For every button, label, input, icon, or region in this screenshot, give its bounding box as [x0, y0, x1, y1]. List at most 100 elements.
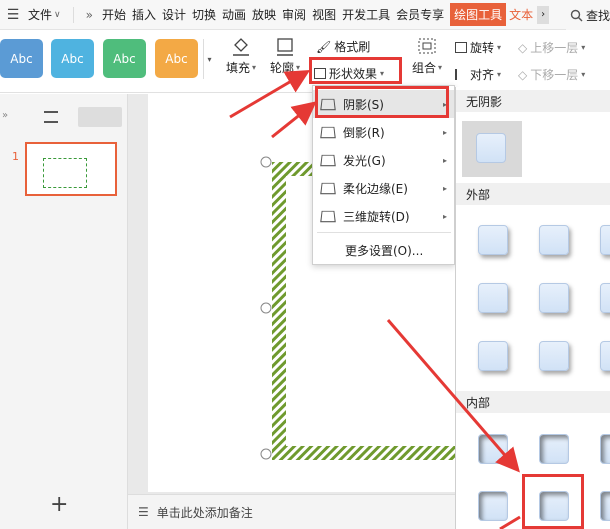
style-label: Abc — [10, 51, 33, 66]
thumbnail-shape — [43, 158, 87, 188]
style-label: Abc — [61, 51, 84, 66]
collapse-icon[interactable]: » — [2, 110, 8, 121]
dropdown-arrow-icon: ▾ — [497, 70, 502, 79]
bring-forward-button[interactable]: ◇ 上移一层 ▾ — [518, 39, 585, 56]
menu-item-label: 倒影(R) — [343, 125, 385, 140]
tab-insert[interactable]: 插入 — [129, 6, 159, 23]
rotate-icon — [455, 42, 467, 53]
menu-item-glow[interactable]: 发光(G) ▸ — [313, 146, 454, 174]
tab-home[interactable]: 开始 — [99, 6, 129, 23]
bring-forward-label: 上移一层 — [530, 41, 579, 55]
dropdown-arrow-icon: ▾ — [581, 43, 586, 52]
tab-transition[interactable]: 切换 — [189, 6, 219, 23]
shadow-outer-swatch[interactable] — [600, 283, 610, 313]
shadow-outer-swatch[interactable] — [539, 341, 569, 371]
shadow-none-swatch[interactable] — [476, 133, 506, 163]
style-label: Abc — [113, 51, 136, 66]
shadow-outer-swatch[interactable] — [478, 283, 508, 313]
shadow-inner-swatch-center[interactable] — [539, 491, 569, 521]
divider — [72, 6, 74, 23]
thumbnail-view-icon[interactable] — [78, 107, 122, 127]
double-chevron-icon[interactable]: » — [80, 8, 99, 22]
file-menu[interactable]: 文件 ∨ — [24, 6, 67, 23]
tab-member[interactable]: 会员专享 — [393, 6, 447, 23]
align-button[interactable]: 对齐 ▾ — [455, 66, 501, 83]
tab-view[interactable]: 视图 — [309, 6, 339, 23]
dropdown-arrow-icon: ▾ — [252, 63, 257, 72]
slide-thumbnail[interactable] — [25, 142, 117, 196]
submenu-arrow-icon: ▸ — [442, 99, 447, 109]
shadow-inner-swatch[interactable] — [600, 434, 610, 464]
tab-animation[interactable]: 动画 — [219, 6, 249, 23]
menu-bar: ☰ 文件 ∨ » 开始 插入 设计 切换 动画 放映 审阅 视图 开发工具 会员… — [0, 0, 610, 30]
add-slide-button[interactable]: + — [50, 492, 68, 517]
section-outer: 外部 — [456, 183, 610, 205]
fill-button[interactable]: 填充 ▾ — [226, 37, 256, 76]
notes-placeholder: 单击此处添加备注 — [156, 505, 253, 520]
shadow-inner-swatch[interactable] — [478, 434, 508, 464]
format-painter-button[interactable]: 🖌 格式刷 — [316, 38, 370, 55]
shadow-inner-swatch[interactable] — [478, 491, 508, 521]
shape-effects-button[interactable]: 形状效果 ▾ — [314, 65, 384, 82]
gallery-expand-icon[interactable]: ▾ — [203, 39, 215, 79]
menu-item-shadow[interactable]: 阴影(S) ▸ — [313, 90, 454, 118]
notes-icon: ☰ — [138, 505, 149, 519]
tab-drawing-tools[interactable]: 绘图工具 — [450, 3, 507, 26]
shape-effects-label: 形状效果 — [329, 67, 378, 81]
section-inner: 内部 — [456, 391, 610, 413]
menu-item-3d-rotation[interactable]: 三维旋转(D) ▸ — [313, 202, 454, 230]
tab-text-tools[interactable]: 文本 — [506, 6, 536, 23]
menu-item-soft-edges[interactable]: 柔化边缘(E) ▸ — [313, 174, 454, 202]
align-label: 对齐 — [470, 68, 495, 82]
shadow-gallery: 无阴影 外部 内部 — [455, 87, 610, 529]
shape-style-3[interactable]: Abc — [103, 39, 146, 78]
send-backward-label: 下移一层 — [530, 68, 579, 82]
shadow-outer-swatch[interactable] — [600, 341, 610, 371]
shadow-outer-swatch[interactable] — [478, 341, 508, 371]
group-button[interactable]: 组合 ▾ — [412, 37, 442, 76]
shape-style-1[interactable]: Abc — [0, 39, 43, 78]
outline-button[interactable]: 轮廓 ▾ — [270, 37, 300, 76]
shadow-inner-swatch[interactable] — [539, 434, 569, 464]
outline-icon — [277, 38, 294, 56]
outline-label: 轮廓 — [270, 61, 295, 75]
dropdown-arrow-icon: ▾ — [438, 63, 443, 72]
submenu-arrow-icon: ▸ — [442, 127, 447, 137]
search-button[interactable]: 查找 — [565, 0, 610, 30]
list-view-icon[interactable] — [44, 111, 58, 123]
shape-effects-icon — [314, 68, 326, 79]
tab-developer[interactable]: 开发工具 — [339, 6, 393, 23]
shadow-inner-swatch[interactable] — [600, 491, 610, 521]
tab-review[interactable]: 审阅 — [279, 6, 309, 23]
rotate-label: 旋转 — [470, 41, 495, 55]
shape-effects-menu: 阴影(S) ▸ 倒影(R) ▸ 发光(G) ▸ 柔化边缘(E) ▸ 三维旋转(D… — [312, 85, 455, 265]
shadow-outer-swatch[interactable] — [539, 225, 569, 255]
menu-item-label: 三维旋转(D) — [343, 209, 410, 224]
chevron-right-icon[interactable]: › — [537, 5, 550, 24]
rotate-button[interactable]: 旋转 ▾ — [455, 39, 501, 56]
hamburger-icon[interactable]: ☰ — [2, 0, 24, 30]
slide-number: 1 — [12, 150, 19, 163]
menu-item-more-settings[interactable]: 更多设置(O)... — [313, 236, 454, 264]
tab-slideshow[interactable]: 放映 — [249, 6, 279, 23]
shape-style-2[interactable]: Abc — [51, 39, 94, 78]
search-label: 查找 — [585, 8, 610, 23]
slide-panel: » 1 + — [0, 94, 128, 529]
shadow-outer-swatch[interactable] — [478, 225, 508, 255]
tab-design[interactable]: 设计 — [159, 6, 189, 23]
submenu-arrow-icon: ▸ — [442, 155, 447, 165]
group-icon — [418, 38, 436, 54]
menu-item-label: 发光(G) — [343, 153, 386, 168]
menu-item-reflection[interactable]: 倒影(R) ▸ — [313, 118, 454, 146]
fill-label: 填充 — [226, 61, 251, 75]
style-label: Abc — [165, 51, 188, 66]
dropdown-arrow-icon: ▾ — [380, 69, 385, 78]
section-no-shadow: 无阴影 — [456, 90, 610, 112]
shadow-outer-swatch[interactable] — [600, 225, 610, 255]
send-backward-button[interactable]: ◇ 下移一层 ▾ — [518, 66, 585, 83]
chevron-down-icon: ∨ — [54, 9, 61, 20]
submenu-arrow-icon: ▸ — [442, 183, 447, 193]
shape-style-4[interactable]: Abc — [155, 39, 198, 78]
brush-icon: 🖌 — [316, 39, 332, 54]
shadow-outer-swatch[interactable] — [539, 283, 569, 313]
